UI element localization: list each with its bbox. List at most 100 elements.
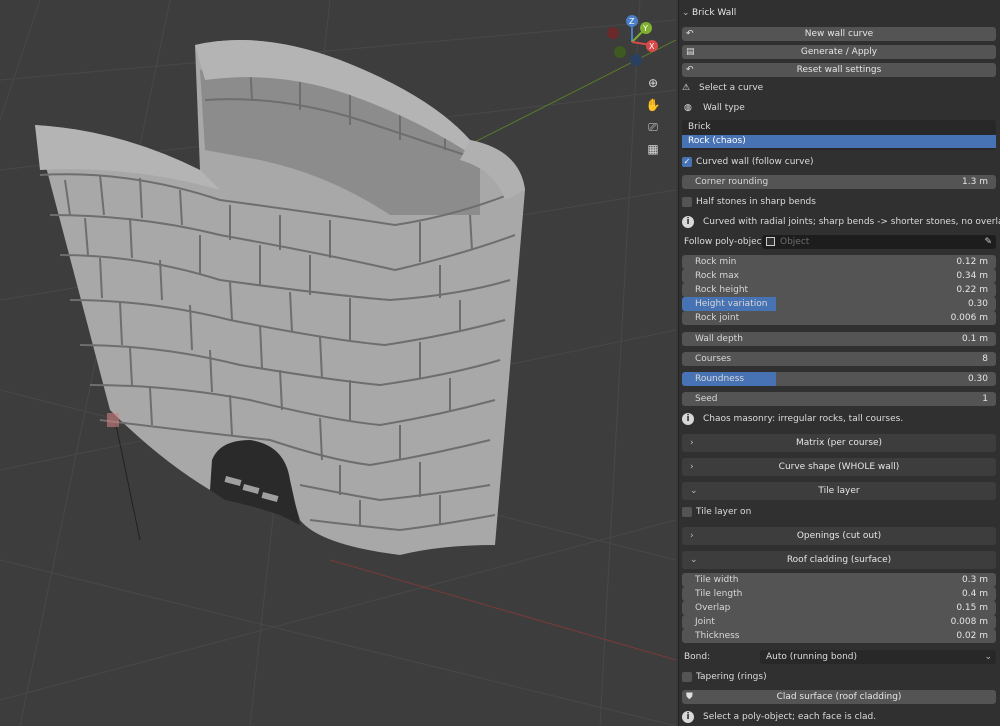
overlap-label: Overlap [695, 603, 731, 613]
follow-poly-object-row: Follow poly-object: Object ✎ [682, 235, 996, 249]
info-icon: i [682, 216, 694, 228]
eyedropper-icon[interactable]: ✎ [984, 235, 992, 249]
roundness-label: Roundness [695, 374, 745, 384]
object-picker-field[interactable]: Object ✎ [762, 235, 996, 249]
tile-length-field[interactable]: Tile length 0.4 m [682, 587, 996, 601]
section-openings[interactable]: › Openings (cut out) [682, 527, 996, 545]
tapering-label: Tapering (rings) [696, 672, 767, 682]
rock-min-label: Rock min [695, 257, 737, 267]
panel-header[interactable]: ⌄ Brick Wall [678, 3, 1000, 23]
section-matrix[interactable]: › Matrix (per course) [682, 434, 996, 452]
rock-height-field[interactable]: Rock height 0.22 m [682, 283, 996, 297]
reset-settings-label: Reset wall settings [796, 65, 882, 75]
new-wall-curve-label: New wall curve [804, 29, 874, 39]
object-icon [766, 237, 775, 246]
info-icon: i [682, 413, 694, 425]
half-stones-label: Half stones in sharp bends [696, 197, 816, 207]
section-roof-cladding-label: Roof cladding (surface) [786, 555, 892, 565]
wall-depth-label: Wall depth [695, 334, 743, 344]
tile-layer-on-label: Tile layer on [696, 507, 752, 517]
joint-field[interactable]: Joint 0.008 m [682, 615, 996, 629]
section-openings-label: Openings (cut out) [796, 531, 882, 541]
rock-height-label: Rock height [695, 285, 749, 295]
chevron-down-icon: ⌄ [690, 555, 698, 565]
seed-value: 1 [982, 394, 988, 404]
section-curve-shape-label: Curve shape (WHOLE wall) [778, 462, 900, 472]
clad-surface-label: Clad surface (roof cladding) [776, 692, 902, 702]
3d-viewport[interactable]: Z Y X ⊕ ✋ ⎚ ▦ [0, 0, 676, 726]
roundness-slider[interactable]: Roundness 0.30 [682, 372, 996, 386]
overlap-field[interactable]: Overlap 0.15 m [682, 601, 996, 615]
half-stones-checkbox[interactable]: Half stones in sharp bends [682, 195, 996, 209]
panel-title: Brick Wall [692, 8, 737, 18]
info-icon: i [682, 711, 694, 723]
seed-field[interactable]: Seed 1 [682, 392, 996, 406]
checkbox-unchecked-icon[interactable] [682, 197, 692, 207]
generate-apply-button[interactable]: ▤ Generate / Apply [682, 45, 996, 59]
checkbox-checked-icon[interactable]: ✓ [682, 157, 692, 167]
gizmo-x-label: X [649, 42, 655, 51]
checkbox-unchecked-icon[interactable] [682, 672, 692, 682]
height-variation-label: Height variation [695, 299, 768, 309]
rock-joint-field[interactable]: Rock joint 0.006 m [682, 311, 996, 325]
grid-icon[interactable]: ▦ [643, 139, 663, 159]
rock-max-value: 0.34 m [956, 271, 988, 281]
tile-length-value: 0.4 m [962, 589, 988, 599]
gizmo-y-label: Y [642, 24, 648, 33]
chevron-down-icon: ⌄ [984, 652, 992, 662]
section-curve-shape[interactable]: › Curve shape (WHOLE wall) [682, 458, 996, 476]
section-tile-layer-label: Tile layer [818, 486, 860, 496]
rock-min-field[interactable]: Rock min 0.12 m [682, 255, 996, 269]
chevron-right-icon: › [690, 531, 694, 541]
clad-surface-button[interactable]: ⛊ Clad surface (roof cladding) [682, 690, 996, 704]
height-variation-slider[interactable]: Height variation 0.30 [682, 297, 996, 311]
wall-type-heading: ◍ Wall type [682, 101, 996, 115]
tile-width-field[interactable]: Tile width 0.3 m [682, 573, 996, 587]
joint-label: Joint [695, 617, 715, 627]
chevron-down-icon[interactable]: ⌄ [682, 3, 690, 23]
tapering-checkbox[interactable]: Tapering (rings) [682, 670, 996, 684]
section-roof-cladding[interactable]: ⌄ Roof cladding (surface) [682, 551, 996, 569]
wall-type-label: Wall type [703, 103, 745, 113]
rock-max-field[interactable]: Rock max 0.34 m [682, 269, 996, 283]
wall-depth-field[interactable]: Wall depth 0.1 m [682, 332, 996, 346]
shirt-icon: ⛊ [686, 692, 693, 702]
hand-icon[interactable]: ✋ [643, 95, 663, 115]
wall-type-item-brick[interactable]: Brick [682, 121, 996, 134]
info-curved-text: Curved with radial joints; sharp bends -… [703, 217, 1000, 227]
follow-poly-object-label: Follow poly-object: [684, 237, 769, 247]
reset-wall-settings-button[interactable]: ↶ Reset wall settings [682, 63, 996, 77]
curved-wall-label: Curved wall (follow curve) [696, 157, 814, 167]
info-chaos-row: i Chaos masonry: irregular rocks, tall c… [682, 412, 996, 426]
chevron-right-icon: › [690, 462, 694, 472]
tile-layer-on-checkbox[interactable]: Tile layer on [682, 505, 996, 519]
corner-rounding-value: 1.3 m [962, 177, 988, 187]
warning-row: ⚠ Select a curve [682, 81, 996, 95]
info-clad-text: Select a poly-object; each face is clad. [703, 712, 877, 722]
brick-wall-mesh[interactable] [35, 40, 525, 555]
thickness-field[interactable]: Thickness 0.02 m [682, 629, 996, 643]
corner-rounding-field[interactable]: Corner rounding 1.3 m [682, 175, 996, 189]
thickness-value: 0.02 m [956, 631, 988, 641]
tile-length-label: Tile length [695, 589, 743, 599]
height-variation-value: 0.30 [967, 299, 988, 309]
reset-icon: ↶ [686, 65, 694, 75]
new-wall-curve-button[interactable]: ↶ New wall curve [682, 27, 996, 41]
bond-dropdown[interactable]: Auto (running bond) ⌄ [760, 650, 996, 664]
section-tile-layer[interactable]: ⌄ Tile layer [682, 482, 996, 500]
joint-value: 0.008 m [950, 617, 988, 627]
rock-joint-value: 0.006 m [950, 313, 988, 323]
checkbox-unchecked-icon[interactable] [682, 507, 692, 517]
zoom-icon[interactable]: ⊕ [643, 73, 663, 93]
bond-label: Bond: [684, 652, 711, 662]
info-chaos-text: Chaos masonry: irregular rocks, tall cou… [703, 414, 904, 424]
rock-min-value: 0.12 m [956, 257, 988, 267]
gizmo-z-label: Z [629, 17, 635, 26]
origin-marker [107, 413, 119, 427]
curved-wall-checkbox[interactable]: ✓ Curved wall (follow curve) [682, 155, 996, 169]
viewport-canvas[interactable]: Z Y X [0, 0, 676, 726]
courses-value: 8 [982, 354, 988, 364]
wall-type-item-rock[interactable]: Rock (chaos) [682, 135, 996, 148]
camera-icon[interactable]: ⎚ [643, 117, 663, 137]
courses-field[interactable]: Courses 8 [682, 352, 996, 366]
